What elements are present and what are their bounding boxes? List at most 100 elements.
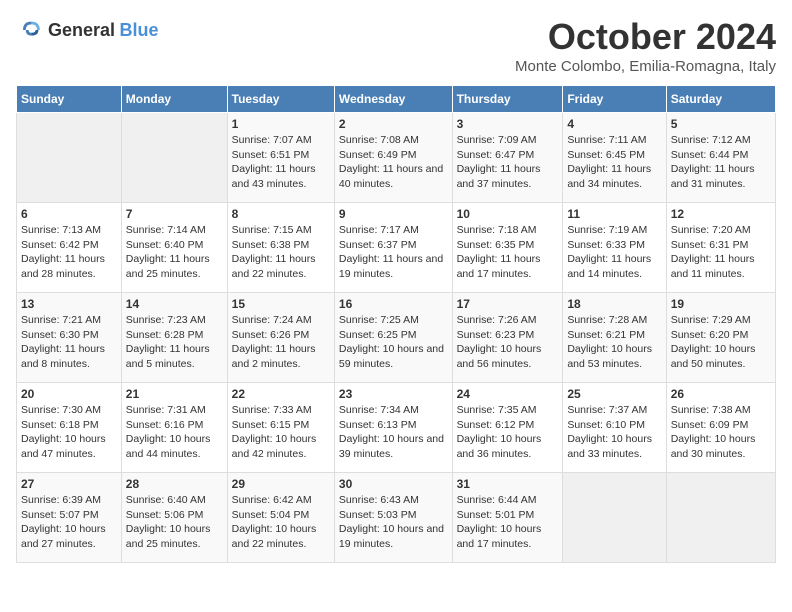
calendar-cell: 12 Sunrise: 7:20 AM Sunset: 6:31 PM Dayli… [666,203,775,293]
calendar-cell: 14Sunrise: 7:23 AM Sunset: 6:28 PM Dayli… [121,293,227,383]
day-detail: Sunrise: 7:08 AM Sunset: 6:49 PM Dayligh… [339,133,448,192]
day-number: 26 [671,387,771,401]
calendar-cell: 27Sunrise: 6:39 AM Sunset: 5:07 PM Dayli… [17,473,122,563]
day-detail: Sunrise: 7:12 AM Sunset: 6:44 PM Dayligh… [671,133,771,192]
day-number: 23 [339,387,448,401]
day-detail: Sunrise: 7:18 AM Sunset: 6:35 PM Dayligh… [457,223,559,282]
day-detail: Sunrise: 6:40 AM Sunset: 5:06 PM Dayligh… [126,493,223,552]
calendar-cell: 28 Sunrise: 6:40 AM Sunset: 5:06 PM Dayli… [121,473,227,563]
calendar-cell: 19 Sunrise: 7:29 AM Sunset: 6:20 PM Dayli… [666,293,775,383]
day-detail: Sunrise: 7:21 AM Sunset: 6:30 PM Dayligh… [21,313,117,372]
calendar-cell: 26 Sunrise: 7:38 AM Sunset: 6:09 PM Dayli… [666,383,775,473]
location-subtitle: Monte Colombo, Emilia-Romagna, Italy [515,58,776,75]
day-detail: Sunrise: 7:26 AM Sunset: 6:23 PM Dayligh… [457,313,559,372]
calendar-cell: 22 Sunrise: 7:33 AM Sunset: 6:15 PM Dayli… [227,383,334,473]
calendar-cell: 16 Sunrise: 7:25 AM Sunset: 6:25 PM Dayli… [334,293,452,383]
calendar-cell: 10 Sunrise: 7:18 AM Sunset: 6:35 PM Dayli… [452,203,563,293]
day-detail: Sunrise: 7:30 AM Sunset: 6:18 PM Dayligh… [21,403,117,462]
calendar-cell: 8Sunrise: 7:15 AM Sunset: 6:38 PM Daylig… [227,203,334,293]
day-number: 7 [126,207,223,221]
day-detail: Sunrise: 6:39 AM Sunset: 5:07 PM Dayligh… [21,493,117,552]
calendar-week-row: 1 Sunrise: 7:07 AM Sunset: 6:51 PM Daylig… [17,113,776,203]
logo-blue: Blue [120,20,159,40]
calendar-cell: 2Sunrise: 7:08 AM Sunset: 6:49 PM Daylig… [334,113,452,203]
header-day: Friday [563,86,666,113]
calendar-cell [666,473,775,563]
day-detail: Sunrise: 7:23 AM Sunset: 6:28 PM Dayligh… [126,313,223,372]
day-detail: Sunrise: 7:25 AM Sunset: 6:25 PM Dayligh… [339,313,448,372]
day-detail: Sunrise: 7:15 AM Sunset: 6:38 PM Dayligh… [232,223,330,282]
day-number: 4 [567,117,661,131]
day-detail: Sunrise: 7:29 AM Sunset: 6:20 PM Dayligh… [671,313,771,372]
day-number: 22 [232,387,330,401]
day-number: 29 [232,477,330,491]
day-number: 30 [339,477,448,491]
day-detail: Sunrise: 7:09 AM Sunset: 6:47 PM Dayligh… [457,133,559,192]
calendar-body: 1 Sunrise: 7:07 AM Sunset: 6:51 PM Daylig… [17,113,776,563]
day-detail: Sunrise: 7:20 AM Sunset: 6:31 PM Dayligh… [671,223,771,282]
day-number: 18 [567,297,661,311]
day-detail: Sunrise: 7:33 AM Sunset: 6:15 PM Dayligh… [232,403,330,462]
day-detail: Sunrise: 7:17 AM Sunset: 6:37 PM Dayligh… [339,223,448,282]
day-number: 28 [126,477,223,491]
day-number: 17 [457,297,559,311]
header-day: Sunday [17,86,122,113]
day-detail: Sunrise: 7:07 AM Sunset: 6:51 PM Dayligh… [232,133,330,192]
calendar-cell: 1 Sunrise: 7:07 AM Sunset: 6:51 PM Daylig… [227,113,334,203]
day-detail: Sunrise: 7:24 AM Sunset: 6:26 PM Dayligh… [232,313,330,372]
calendar-header: SundayMondayTuesdayWednesdayThursdayFrid… [17,86,776,113]
header-day: Tuesday [227,86,334,113]
logo-general: General [48,20,115,40]
day-number: 10 [457,207,559,221]
day-detail: Sunrise: 6:44 AM Sunset: 5:01 PM Dayligh… [457,493,559,552]
logo: General Blue [16,16,159,44]
calendar-cell: 7 Sunrise: 7:14 AM Sunset: 6:40 PM Daylig… [121,203,227,293]
calendar-cell: 15Sunrise: 7:24 AM Sunset: 6:26 PM Dayli… [227,293,334,383]
header-row: SundayMondayTuesdayWednesdayThursdayFrid… [17,86,776,113]
calendar-cell: 18Sunrise: 7:28 AM Sunset: 6:21 PM Dayli… [563,293,666,383]
day-detail: Sunrise: 7:38 AM Sunset: 6:09 PM Dayligh… [671,403,771,462]
calendar-cell: 29Sunrise: 6:42 AM Sunset: 5:04 PM Dayli… [227,473,334,563]
logo-text-block: General Blue [48,20,159,41]
day-number: 25 [567,387,661,401]
calendar-table: SundayMondayTuesdayWednesdayThursdayFrid… [16,85,776,563]
calendar-cell [17,113,122,203]
calendar-week-row: 20 Sunrise: 7:30 AM Sunset: 6:18 PM Dayli… [17,383,776,473]
day-number: 19 [671,297,771,311]
logo-icon [16,16,44,44]
day-detail: Sunrise: 7:14 AM Sunset: 6:40 PM Dayligh… [126,223,223,282]
day-number: 20 [21,387,117,401]
calendar-week-row: 27Sunrise: 6:39 AM Sunset: 5:07 PM Dayli… [17,473,776,563]
title-block: October 2024 Monte Colombo, Emilia-Romag… [515,16,776,75]
day-number: 12 [671,207,771,221]
calendar-cell: 30 Sunrise: 6:43 AM Sunset: 5:03 PM Dayli… [334,473,452,563]
day-number: 31 [457,477,559,491]
day-number: 21 [126,387,223,401]
day-number: 3 [457,117,559,131]
calendar-cell [563,473,666,563]
day-number: 1 [232,117,330,131]
day-number: 9 [339,207,448,221]
day-number: 13 [21,297,117,311]
calendar-cell [121,113,227,203]
day-detail: Sunrise: 7:37 AM Sunset: 6:10 PM Dayligh… [567,403,661,462]
calendar-cell: 11Sunrise: 7:19 AM Sunset: 6:33 PM Dayli… [563,203,666,293]
page-header: General Blue October 2024 Monte Colombo,… [16,16,776,75]
calendar-cell: 5 Sunrise: 7:12 AM Sunset: 6:44 PM Daylig… [666,113,775,203]
day-detail: Sunrise: 7:31 AM Sunset: 6:16 PM Dayligh… [126,403,223,462]
calendar-cell: 24Sunrise: 7:35 AM Sunset: 6:12 PM Dayli… [452,383,563,473]
calendar-cell: 21 Sunrise: 7:31 AM Sunset: 6:16 PM Dayli… [121,383,227,473]
day-detail: Sunrise: 7:34 AM Sunset: 6:13 PM Dayligh… [339,403,448,462]
day-number: 24 [457,387,559,401]
day-number: 5 [671,117,771,131]
calendar-cell: 3 Sunrise: 7:09 AM Sunset: 6:47 PM Daylig… [452,113,563,203]
day-detail: Sunrise: 6:43 AM Sunset: 5:03 PM Dayligh… [339,493,448,552]
header-day: Saturday [666,86,775,113]
day-detail: Sunrise: 7:11 AM Sunset: 6:45 PM Dayligh… [567,133,661,192]
calendar-cell: 31 Sunrise: 6:44 AM Sunset: 5:01 PM Dayli… [452,473,563,563]
calendar-cell: 17 Sunrise: 7:26 AM Sunset: 6:23 PM Dayli… [452,293,563,383]
calendar-cell: 6Sunrise: 7:13 AM Sunset: 6:42 PM Daylig… [17,203,122,293]
day-number: 16 [339,297,448,311]
calendar-cell: 25 Sunrise: 7:37 AM Sunset: 6:10 PM Dayli… [563,383,666,473]
day-number: 6 [21,207,117,221]
